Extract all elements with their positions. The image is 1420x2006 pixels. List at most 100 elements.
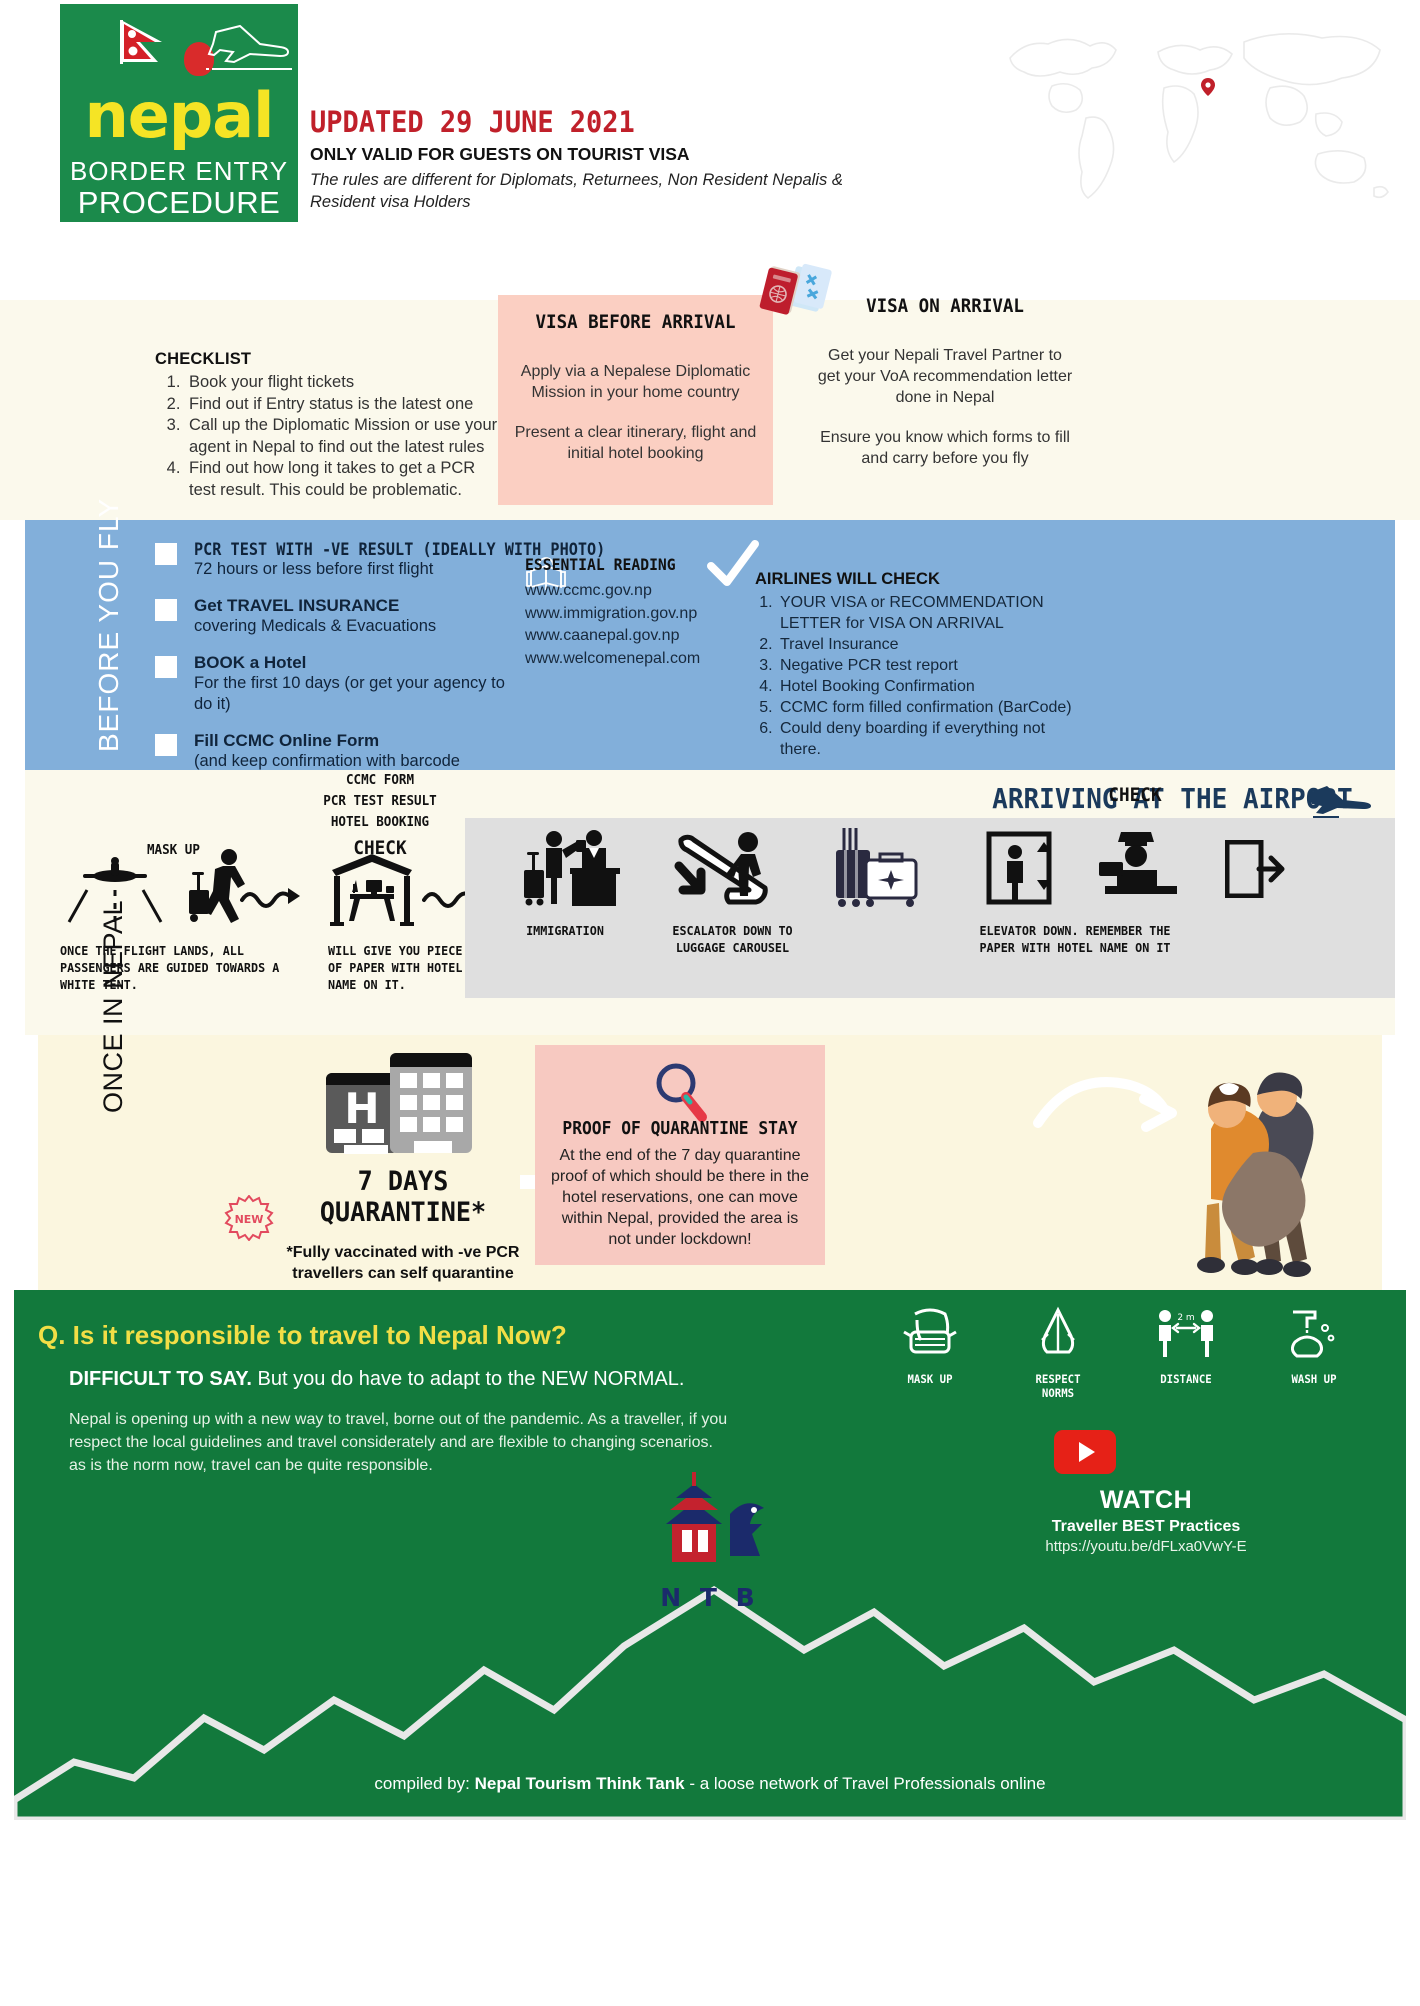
elevator-down-icon xyxy=(986,831,1052,905)
world-map-outline xyxy=(1009,33,1389,200)
voa-p1: Get your Nepali Travel Partner to get yo… xyxy=(817,347,1073,406)
pre-flight-item[interactable]: Get TRAVEL INSURANCE covering Medicals &… xyxy=(155,596,505,637)
ntb-logo-block: N T B xyxy=(620,1470,800,1612)
new-normal-icons: MASK UP RESPECT NORMS 2 m DISTANCE WASH … xyxy=(886,1306,1358,1400)
visa-before-arrival-card: VISA BEFORE ARRIVAL Apply via a Nepalese… xyxy=(498,295,773,505)
compiled-suffix: - a loose network of Travel Professional… xyxy=(684,1774,1046,1793)
footer-question: Q. Is it responsible to travel to Nepal … xyxy=(38,1320,567,1350)
visa-before-p1: Apply via a Nepalese Diplomatic Mission … xyxy=(520,363,751,401)
map-location-pin-icon xyxy=(1201,78,1215,96)
youtube-play-button[interactable] xyxy=(1054,1430,1116,1474)
norm-label: DISTANCE xyxy=(1160,1372,1212,1386)
ntb-wordmark: N T B xyxy=(660,1583,760,1612)
checklist-title: CHECKLIST xyxy=(155,350,252,368)
luggage-carousel-icon xyxy=(836,828,918,907)
quarantine-footnote: *Fully vaccinated with -ve PCR traveller… xyxy=(286,1244,520,1282)
mask-face-icon xyxy=(903,1308,957,1354)
logo-wordmark: nepal xyxy=(84,79,275,152)
visa-before-title: VISA BEFORE ARRIVAL xyxy=(535,311,736,333)
airlines-will-check-block: AIRLINES WILL CHECK YOUR VISA or RECOMME… xyxy=(755,570,1085,760)
step-label-immigration: IMMIGRATION xyxy=(526,923,604,938)
namaste-hands-icon xyxy=(1041,1306,1075,1354)
ntb-logo-icon xyxy=(666,1472,764,1562)
airplane-landing-icon xyxy=(1309,786,1371,820)
checkbox[interactable] xyxy=(155,734,177,756)
once-in-nepal-band: ONCE IN NEPAL H 7 DAYS QUARANTINE* *Full… xyxy=(38,900,1382,1290)
airplane-outline-icon xyxy=(206,24,292,70)
before-you-fly-band: BEFORE YOU FLY PCR TEST WITH -VE RESULT … xyxy=(25,497,1395,791)
voa-p2: Ensure you know which forms to fill and … xyxy=(820,429,1070,467)
validity-note: ONLY VALID FOR GUESTS ON TOURIST VISA xyxy=(310,144,690,164)
escalator-down-icon xyxy=(674,832,768,905)
checklist-block: CHECKLIST Book your flight tickets Find … xyxy=(155,350,500,501)
checklist-item: Find out if Entry status is the latest o… xyxy=(185,394,500,416)
officer-checking-documents-icon xyxy=(1099,832,1177,894)
caption-plane-lands: ONCE THE FLIGHT LANDS, ALL PASSENGERS AR… xyxy=(60,943,280,992)
checkbox[interactable] xyxy=(155,543,177,565)
ccmc-doc-line: CCMC FORM xyxy=(345,772,415,788)
checkbox[interactable] xyxy=(155,656,177,678)
footer-green-band: Q. Is it responsible to travel to Nepal … xyxy=(14,1290,1406,1820)
exit-check-label: CHECK xyxy=(1108,784,1162,806)
logo-graphics xyxy=(60,4,298,84)
rules-note: The rules are different for Diplomats, R… xyxy=(310,171,843,211)
proof-body: At the end of the 7 day quarantine proof… xyxy=(551,1147,809,1248)
play-triangle-icon xyxy=(1079,1442,1095,1462)
wavy-arrow-icon xyxy=(240,888,300,908)
watch-block: WATCH Traveller BEST Practices https://y… xyxy=(1016,1486,1276,1555)
visa-on-arrival-body: Get your Nepali Travel Partner to get yo… xyxy=(800,345,1090,469)
nepal-logo-block: nepal BORDER ENTRY PROCEDURE xyxy=(60,4,298,222)
pre-flight-item-sub: For the first 10 days (or get your agenc… xyxy=(194,674,505,713)
svg-text:2 m: 2 m xyxy=(1177,1313,1194,1323)
pre-flight-item[interactable]: PCR TEST WITH -VE RESULT (IDEALLY WITH P… xyxy=(155,540,605,580)
infographic-page: nepal BORDER ENTRY PROCEDURE UPDATED 29 … xyxy=(0,0,1420,2006)
compiled-by-line: compiled by: Nepal Tourism Think Tank - … xyxy=(14,1774,1406,1794)
reading-link[interactable]: www.welcomenepal.com xyxy=(525,648,755,671)
checklist-item: Find out how long it takes to get a PCR … xyxy=(185,458,500,501)
white-tent-desk-icon xyxy=(330,854,414,926)
travellers-illustration xyxy=(1197,1072,1314,1277)
airlines-item: Hotel Booking Confirmation xyxy=(777,676,1085,697)
visa-on-arrival-title: VISA ON ARRIVAL xyxy=(866,295,1024,317)
visa-on-arrival-card: VISA ON ARRIVAL Get your Nepali Travel P… xyxy=(800,295,1090,469)
hotel-building-icon: H xyxy=(326,1053,472,1154)
footer-paragraph: Nepal is opening up with a new way to tr… xyxy=(69,1411,728,1474)
compiled-prefix: compiled by: xyxy=(374,1774,470,1793)
compiled-bold: Nepal Tourism Think Tank xyxy=(474,1774,685,1793)
airlines-item: YOUR VISA or RECOMMENDATION LETTER for V… xyxy=(777,592,1085,634)
logo-line-2: PROCEDURE xyxy=(77,185,281,220)
checklist-list: Book your flight tickets Find out if Ent… xyxy=(185,372,500,501)
reading-link[interactable]: www.immigration.gov.np xyxy=(525,603,755,626)
checklist-item: Book your flight tickets xyxy=(185,372,500,394)
norm-label: MASK UP xyxy=(907,1372,953,1386)
quarantine-days-line1: 7 DAYS xyxy=(357,1166,449,1197)
magnifier-icon xyxy=(656,1063,707,1122)
checkmark-icon xyxy=(707,540,759,586)
header: nepal BORDER ENTRY PROCEDURE UPDATED 29 … xyxy=(0,0,1420,300)
pre-flight-checklist: PCR TEST WITH -VE RESULT (IDEALLY WITH P… xyxy=(155,540,605,809)
checklist-visa-band: CHECKLIST Book your flight tickets Find … xyxy=(0,263,1420,520)
footer-answer: DIFFICULT TO SAY. But you do have to ada… xyxy=(69,1368,684,1391)
logo-line-1: BORDER ENTRY xyxy=(69,156,289,186)
quarantine-days-line2: QUARANTINE* xyxy=(319,1197,487,1228)
airlines-item: CCMC form filled confirmation (BarCode) xyxy=(777,697,1085,718)
svg-text:H: H xyxy=(344,1084,379,1133)
reading-link[interactable]: www.caanepal.gov.np xyxy=(525,625,755,648)
airlines-heading: AIRLINES WILL CHECK xyxy=(755,570,940,588)
checkbox[interactable] xyxy=(155,599,177,621)
norm-item-wash: WASH UP xyxy=(1270,1306,1358,1400)
watch-url[interactable]: https://youtu.be/dFLxa0VwY-E xyxy=(1016,1538,1276,1555)
pre-flight-item[interactable]: BOOK a Hotel For the first 10 days (or g… xyxy=(155,653,505,715)
social-distance-icon: 2 m xyxy=(1159,1310,1213,1357)
airlines-list: YOUR VISA or RECOMMENDATION LETTER for V… xyxy=(777,592,1085,760)
norm-item-namaste: RESPECT NORMS xyxy=(1014,1306,1102,1400)
before-you-fly-vertical-label: BEFORE YOU FLY xyxy=(93,497,124,752)
norm-item-distance: 2 m DISTANCE xyxy=(1142,1306,1230,1400)
header-text-block: UPDATED 29 JUNE 2021 ONLY VALID FOR GUES… xyxy=(310,105,870,213)
step-label-escalator: ESCALATOR DOWN TO LUGGAGE CAROUSEL xyxy=(672,923,793,955)
pre-flight-item-sub: covering Medicals & Evacuations xyxy=(194,617,437,635)
footer-answer-bold: DIFFICULT TO SAY. xyxy=(69,1368,252,1390)
proof-of-quarantine-card: PROOF OF QUARANTINE STAY At the end of t… xyxy=(535,1045,825,1265)
ccmc-docs-stack: CCMC FORM PCR TEST RESULT HOTEL BOOKING … xyxy=(290,770,470,859)
exit-door-icon xyxy=(1225,840,1285,898)
